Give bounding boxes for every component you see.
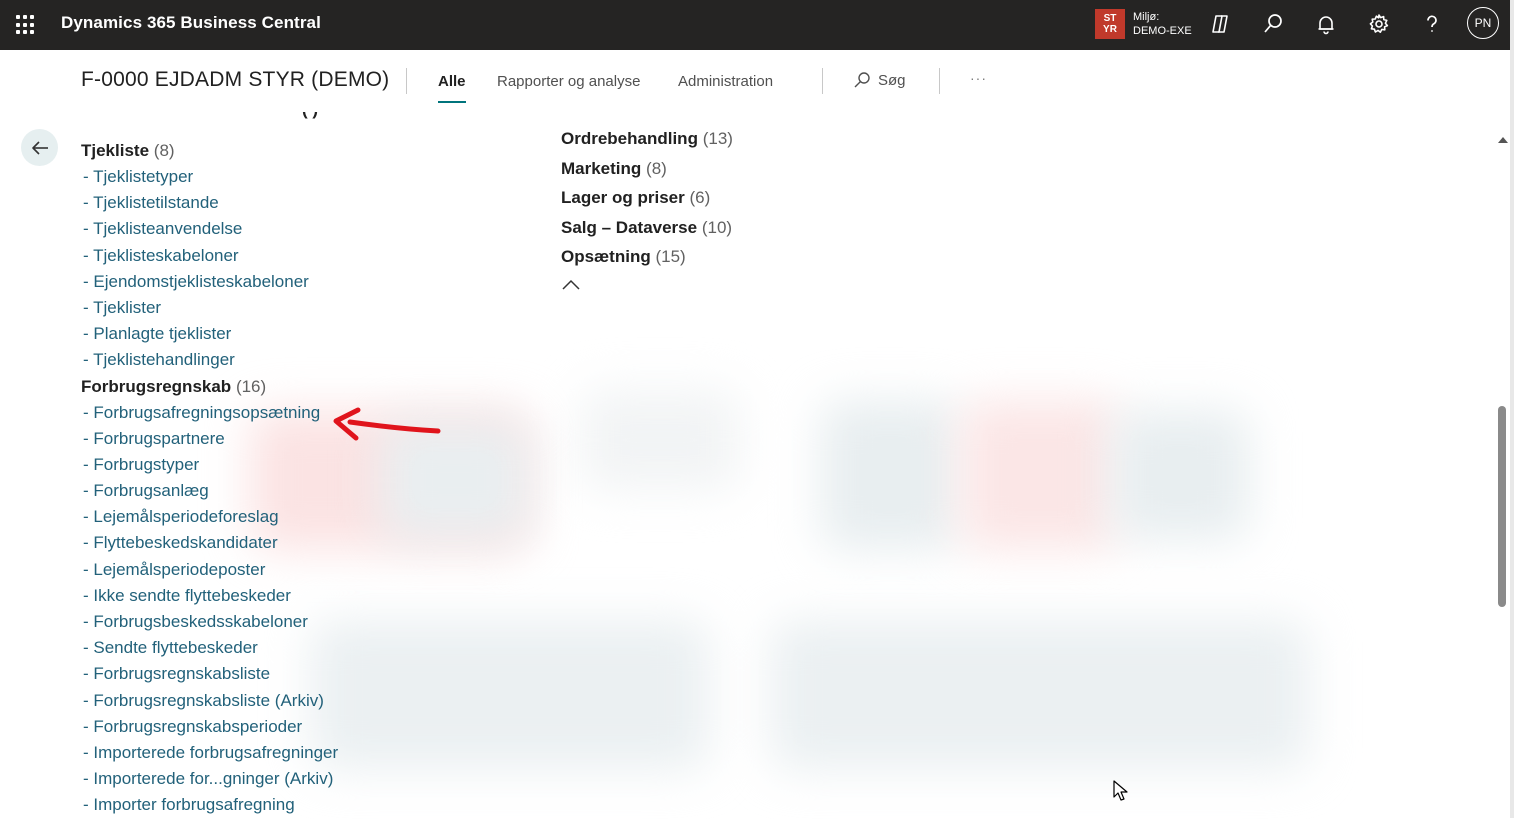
group-count: (13): [702, 129, 733, 148]
list-item[interactable]: - Forbrugsregnskabsperioder: [81, 714, 338, 740]
group-heading-ordrebehandling[interactable]: Ordrebehandling (13): [561, 124, 733, 154]
list-item[interactable]: - Lejemålsperiodeposter: [81, 557, 338, 583]
list-item[interactable]: - Tjeklistetilstande: [81, 190, 338, 216]
group-count: (8): [153, 141, 175, 160]
list-item[interactable]: - Importerede for...gninger (Arkiv): [81, 766, 338, 792]
tab-administration[interactable]: Administration: [678, 73, 773, 90]
list-item[interactable]: - Forbrugsanlæg: [81, 478, 338, 504]
list-item[interactable]: - Tjeklisteanvendelse: [81, 216, 338, 242]
header-divider: [822, 68, 823, 94]
group-heading-opsaetning[interactable]: Opsætning (15): [561, 242, 733, 272]
window-edge: [1510, 0, 1514, 818]
group-count: (8): [646, 158, 667, 178]
list-item[interactable]: - Forbrugstyper: [81, 452, 338, 478]
environment-name: DEMO-EXE: [1133, 25, 1192, 37]
group-title: Marketing: [561, 158, 642, 178]
list-item[interactable]: - Flyttebeskedskandidater: [81, 530, 338, 556]
back-button[interactable]: [21, 129, 58, 166]
header-divider: [939, 68, 940, 94]
list-item[interactable]: - Forbrugsregnskabsliste: [81, 661, 338, 687]
group-title: Salg – Dataverse: [561, 217, 698, 237]
env-badge-line2: YR: [1103, 24, 1117, 35]
environment-info: Miljø: DEMO-EXE: [1133, 10, 1192, 38]
scrollbar-thumb[interactable]: [1498, 406, 1506, 607]
group-heading-forbrugsregnskab[interactable]: Forbrugsregnskab (16): [81, 374, 338, 400]
list-item[interactable]: - Forbrugsafregningsopsætning: [81, 400, 338, 426]
group-count: (15): [655, 247, 686, 266]
list-item[interactable]: - Importer forbrugsafregning: [81, 792, 338, 818]
mouse-cursor-icon: [1113, 780, 1128, 801]
environment-badge: ST YR: [1095, 9, 1125, 39]
search-button[interactable]: Søg: [853, 71, 906, 89]
list-item[interactable]: - Ikke sendte flyttebeskeder: [81, 583, 338, 609]
group-title: Tjekliste: [81, 141, 150, 160]
group-title: Ordrebehandling: [561, 129, 698, 148]
group-heading-salg-dataverse[interactable]: Salg – Dataverse (10): [561, 213, 733, 243]
left-column: Tjekliste (8) - Tjeklistetyper - Tjeklis…: [81, 138, 338, 819]
group-heading-marketing[interactable]: Marketing (8): [561, 154, 733, 184]
group-title: Opsætning: [561, 247, 651, 266]
copilot-icon[interactable]: [1207, 11, 1233, 37]
bell-icon[interactable]: [1313, 11, 1339, 37]
list-item[interactable]: - Tjeklister: [81, 295, 338, 321]
search-icon[interactable]: [1260, 11, 1286, 37]
collapse-button[interactable]: [561, 272, 733, 298]
suite-bar: Dynamics 365 Business Central ST YR Milj…: [0, 0, 1511, 50]
list-item[interactable]: - Planlagte tjeklister: [81, 321, 338, 347]
scrolled-off-count: ( ): [82, 112, 332, 120]
list-item[interactable]: - Forbrugsregnskabsliste (Arkiv): [81, 688, 338, 714]
help-icon[interactable]: [1419, 11, 1445, 37]
env-badge-line1: ST: [1103, 13, 1117, 24]
more-button[interactable]: ···: [970, 70, 987, 86]
app-title[interactable]: Dynamics 365 Business Central: [61, 13, 321, 33]
active-tab-indicator: [438, 101, 466, 103]
avatar[interactable]: PN: [1467, 7, 1499, 39]
tab-rapporter-og-analyse[interactable]: Rapporter og analyse: [497, 73, 640, 90]
scroll-up-arrow[interactable]: [1498, 137, 1508, 143]
list-item[interactable]: - Sendte flyttebeskeder: [81, 635, 338, 661]
scrolled-off-heading: ( ): [82, 112, 332, 130]
header-divider: [406, 68, 407, 94]
list-item[interactable]: - Forbrugsbeskedsskabeloner: [81, 609, 338, 635]
environment-label: Miljø:: [1133, 11, 1160, 23]
search-label: Søg: [878, 71, 906, 89]
list-item[interactable]: - Tjeklistetyper: [81, 164, 338, 190]
search-icon: [854, 72, 870, 88]
waffle-icon[interactable]: [16, 15, 36, 35]
arrow-left-icon: [31, 140, 48, 155]
list-item[interactable]: - Importerede forbrugsafregninger: [81, 740, 338, 766]
group-title: Forbrugsregnskab: [81, 376, 232, 396]
list-item[interactable]: - Ejendomstjeklisteskabeloner: [81, 269, 338, 295]
list-item[interactable]: - Tjeklistehandlinger: [81, 347, 338, 373]
tab-alle[interactable]: Alle: [438, 73, 466, 90]
company-title[interactable]: F-0000 EJDADM STYR (DEMO): [81, 68, 389, 92]
chevron-up-icon: [562, 279, 580, 290]
group-count: (6): [689, 188, 711, 207]
right-column: Ordrebehandling (13) Marketing (8) Lager…: [561, 124, 733, 298]
list-item[interactable]: - Forbrugspartnere: [81, 426, 338, 452]
group-count: (16): [235, 376, 267, 396]
group-count: (10): [701, 217, 733, 237]
list-item[interactable]: - Tjeklisteskabeloner: [81, 243, 338, 269]
list-item[interactable]: - Lejemålsperiodeforeslag: [81, 504, 338, 530]
group-heading-lager-og-priser[interactable]: Lager og priser (6): [561, 183, 733, 213]
annotation-arrow-icon: [333, 407, 441, 441]
group-title: Lager og priser: [561, 188, 685, 207]
gear-icon[interactable]: [1366, 11, 1392, 37]
group-heading-tjekliste[interactable]: Tjekliste (8): [81, 138, 338, 164]
